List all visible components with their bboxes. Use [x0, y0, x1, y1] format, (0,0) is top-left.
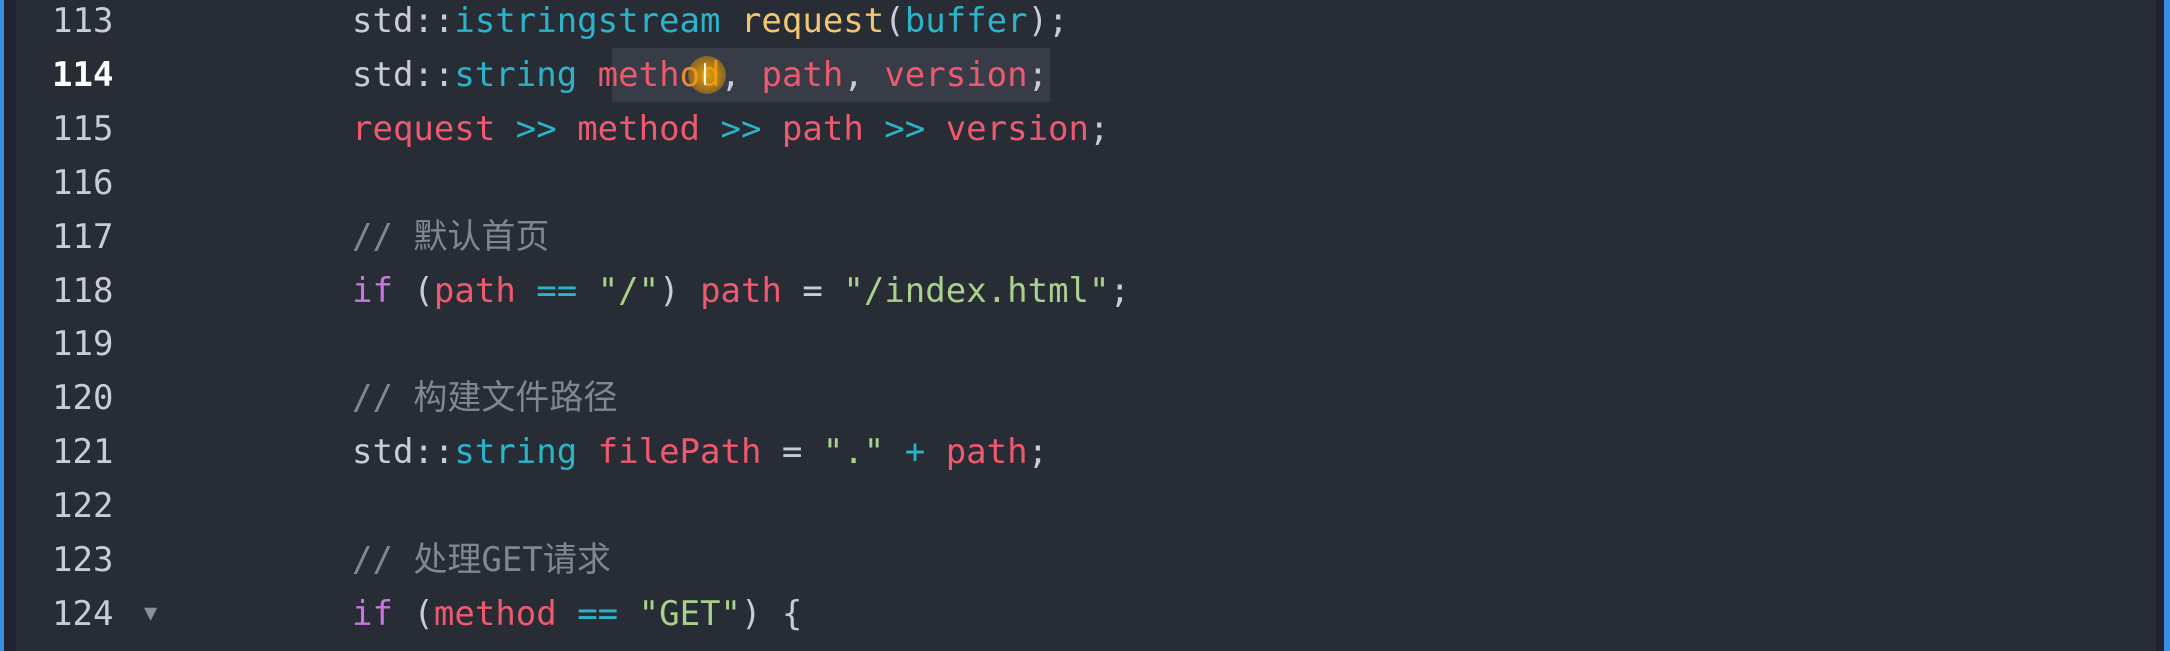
code-token: // 默认首页	[352, 216, 550, 257]
code-line[interactable]: 120 // 构建文件路径	[16, 371, 2156, 425]
code-line[interactable]: 113 std::istringstream request(buffer);	[16, 0, 2156, 48]
code-token: "."	[822, 432, 885, 473]
line-number: 118	[52, 270, 114, 311]
code-text[interactable]: if (path == "/") path = "/index.html";	[352, 264, 1130, 318]
code-token: );	[1027, 1, 1069, 41]
code-token: +	[884, 432, 946, 473]
code-token: "GET"	[638, 593, 741, 634]
code-token: ,	[843, 54, 885, 95]
line-number: 119	[52, 324, 114, 365]
code-token: ;	[1027, 54, 1049, 95]
code-token: path	[761, 54, 844, 95]
code-token: =	[761, 432, 823, 473]
code-token: request	[740, 1, 885, 41]
code-line[interactable]: 121 std::string filePath = "." + path;	[16, 425, 2156, 479]
code-editor[interactable]: 113 std::istringstream request(buffer); 11…	[16, 0, 2156, 651]
line-number: 120	[52, 378, 114, 419]
code-text[interactable]: if (method == "GET") {	[352, 587, 802, 641]
code-token: ;	[1088, 108, 1110, 149]
code-token: path	[433, 270, 516, 311]
code-token: version	[945, 108, 1089, 149]
code-line[interactable]: 124 ▼ if (method == "GET") {	[16, 587, 2156, 641]
text-cursor-icon	[704, 62, 712, 85]
code-token: >>	[863, 108, 946, 149]
code-token: filePath	[597, 432, 762, 473]
code-token: ;	[1109, 270, 1130, 311]
code-token: meth	[597, 54, 680, 95]
code-token: string	[454, 432, 578, 473]
code-token: istringstream	[454, 1, 721, 41]
code-token: "/"	[597, 270, 660, 311]
code-token: =	[781, 270, 844, 311]
line-number: 121	[52, 432, 114, 473]
code-token: ) {	[740, 593, 803, 634]
code-token: version	[884, 54, 1028, 95]
line-number: 117	[52, 216, 114, 257]
line-number: 115	[52, 108, 114, 149]
code-token: // 处理GET请求	[352, 540, 611, 580]
line-number: 113	[52, 1, 114, 41]
code-text[interactable]: request >> method >> path >> version;	[352, 102, 1109, 156]
code-token: "/index.html"	[843, 270, 1110, 311]
code-line[interactable]: 115 request >> method >> path >> version;	[16, 102, 2156, 156]
code-line[interactable]: 116	[16, 156, 2156, 210]
code-token: (	[392, 593, 434, 634]
code-line[interactable]: 119	[16, 317, 2156, 371]
chevron-down-icon[interactable]: ▼	[144, 587, 157, 641]
editor-window-frame: 113 std::istringstream request(buffer); 11…	[0, 0, 2170, 651]
code-token: ;	[1027, 432, 1049, 473]
code-text[interactable]: // 默认首页	[352, 210, 549, 264]
code-line[interactable]: 123 // 处理GET请求	[16, 533, 2156, 587]
line-number: 114	[52, 54, 114, 95]
code-token: )	[659, 270, 701, 311]
line-number: 123	[52, 540, 114, 580]
code-line[interactable]: 117 // 默认首页	[16, 210, 2156, 264]
code-token: >>	[700, 108, 782, 149]
code-token: std::	[352, 432, 455, 473]
code-token: (	[392, 270, 434, 311]
code-text[interactable]: std::string filePath = "." + path;	[352, 425, 1048, 479]
code-token: request	[352, 108, 496, 149]
code-token: method	[433, 593, 557, 634]
code-token: std::	[352, 54, 455, 95]
code-token: path	[945, 432, 1028, 473]
code-text[interactable]: std::istringstream request(buffer);	[352, 0, 1069, 48]
code-token: path	[700, 270, 782, 311]
code-token: method	[577, 108, 701, 149]
code-token: if	[352, 270, 393, 311]
code-token: if	[352, 593, 393, 634]
line-number: 124	[52, 593, 114, 634]
code-text[interactable]: // 构建文件路径	[352, 371, 617, 425]
code-token: string	[454, 54, 578, 95]
code-token: (	[884, 1, 905, 41]
code-token: ==	[556, 593, 639, 634]
code-text[interactable]: // 处理GET请求	[352, 533, 611, 587]
code-token: buffer	[904, 1, 1028, 41]
code-token: std::	[352, 1, 455, 41]
code-line[interactable]: 114std::string method, path, version;	[16, 47, 2156, 102]
line-number: 122	[52, 486, 114, 527]
code-token: // 构建文件路径	[352, 378, 618, 419]
code-token: >>	[495, 108, 578, 149]
code-token: ,	[720, 54, 762, 95]
code-token: ==	[515, 270, 598, 311]
code-line[interactable]: 118 if (path == "/") path = "/index.html"…	[16, 264, 2156, 318]
code-line[interactable]: 122	[16, 479, 2156, 533]
code-token: path	[781, 108, 864, 149]
line-number: 116	[52, 162, 114, 203]
